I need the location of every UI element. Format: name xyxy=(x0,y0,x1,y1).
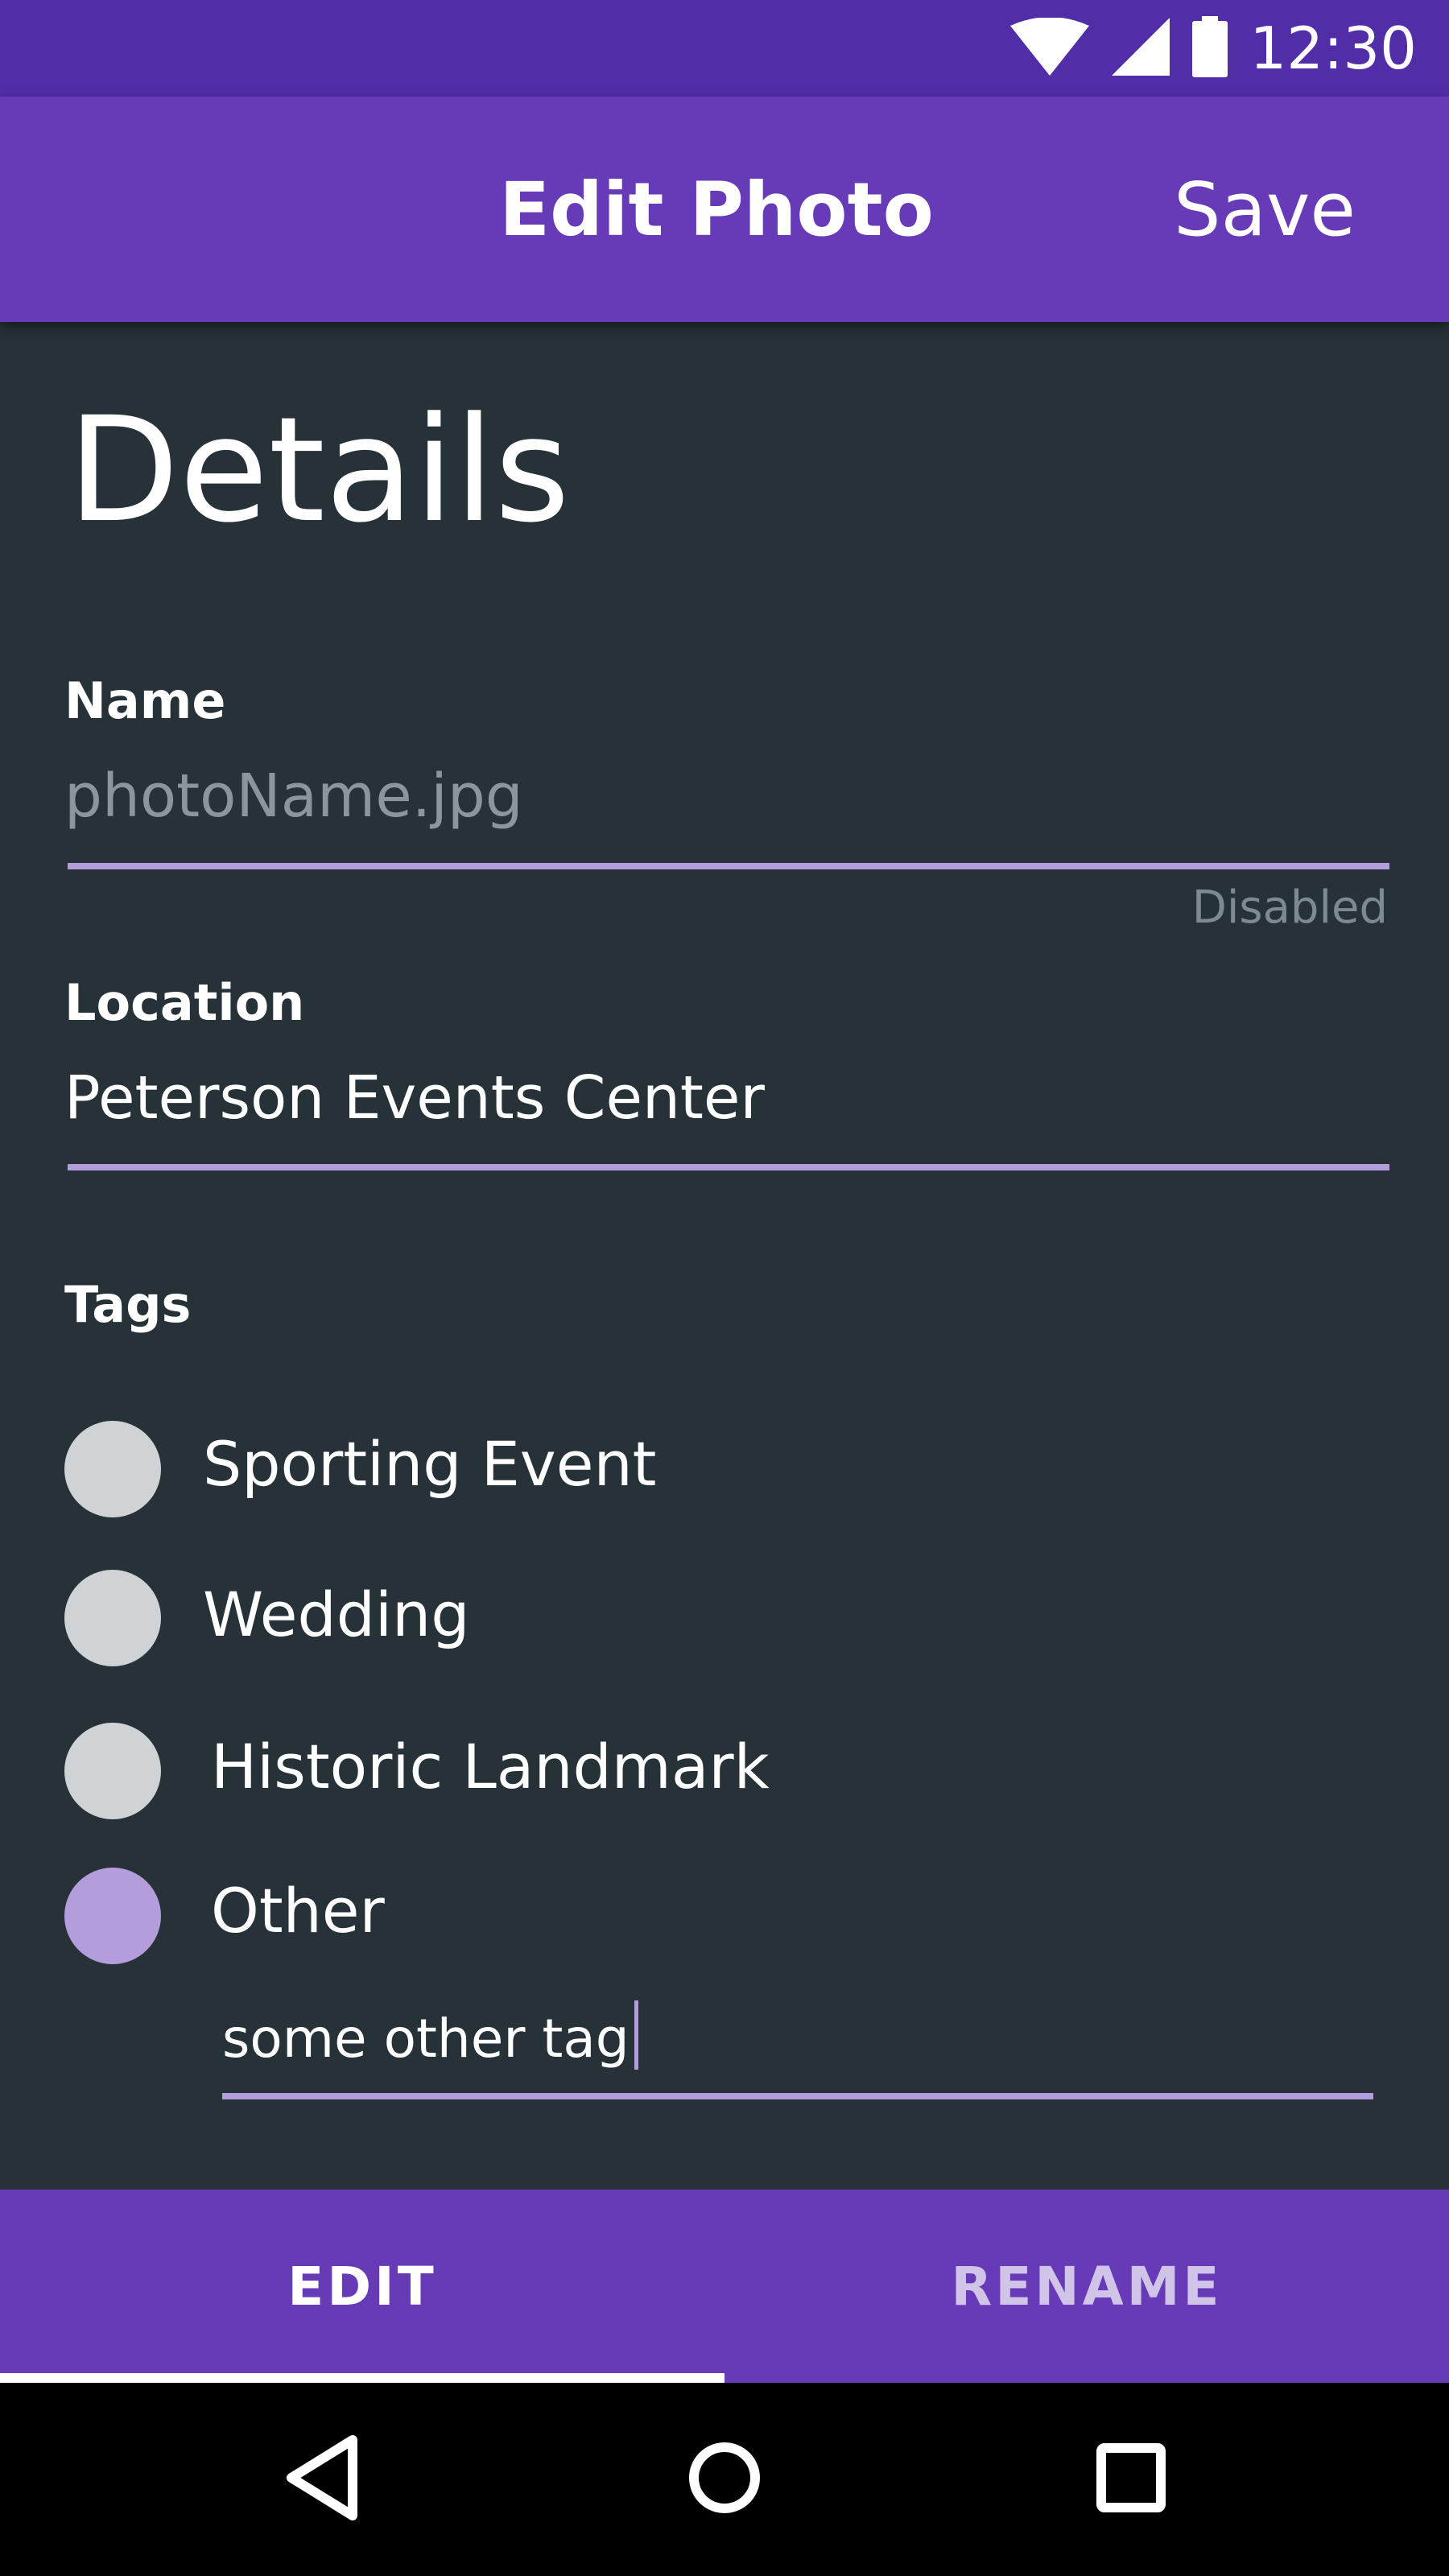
home-icon xyxy=(687,2441,762,2518)
location-label: Location xyxy=(64,973,305,1032)
tag-label: Other xyxy=(211,1875,385,1946)
text-caret xyxy=(634,2000,638,2070)
radio-button-checked[interactable] xyxy=(64,1868,161,1964)
location-underline xyxy=(68,1164,1389,1170)
radio-button[interactable] xyxy=(64,1421,161,1517)
tab-rename[interactable]: RENAME xyxy=(724,2190,1449,2383)
back-icon xyxy=(282,2434,362,2525)
signal-icon xyxy=(1111,18,1170,79)
details-content: Details Name photoName.jpg Disabled Loca… xyxy=(0,322,1449,2190)
tag-option-wedding[interactable]: Wedding xyxy=(64,1570,469,1666)
tag-label: Historic Landmark xyxy=(211,1731,770,1802)
tag-option-historic-landmark[interactable]: Historic Landmark xyxy=(64,1723,770,1819)
back-button[interactable] xyxy=(242,2383,402,2576)
home-button[interactable] xyxy=(644,2383,805,2576)
tag-label: Wedding xyxy=(203,1579,470,1650)
radio-button[interactable] xyxy=(64,1570,161,1666)
wifi-icon xyxy=(1009,17,1089,79)
section-title: Details xyxy=(68,386,571,555)
other-tag-input[interactable]: some other tag xyxy=(222,2000,638,2070)
tab-bar: EDIT RENAME xyxy=(0,2190,1449,2383)
recents-icon xyxy=(1096,2443,1166,2516)
tag-option-other[interactable]: Other xyxy=(64,1868,385,1964)
app-bar: Edit Photo Save xyxy=(0,97,1449,322)
status-bar: 12:30 xyxy=(0,0,1449,97)
location-field[interactable]: Peterson Events Center xyxy=(64,1068,765,1128)
tag-label: Sporting Event xyxy=(203,1428,657,1500)
radio-button[interactable] xyxy=(64,1723,161,1819)
status-time: 12:30 xyxy=(1249,14,1418,82)
other-tag-underline xyxy=(222,2093,1373,2099)
tag-option-sporting-event[interactable]: Sporting Event xyxy=(64,1421,656,1517)
name-underline xyxy=(68,863,1389,869)
other-tag-value: some other tag xyxy=(222,2008,630,2070)
save-button[interactable]: Save xyxy=(1174,97,1356,322)
name-label: Name xyxy=(64,671,226,730)
tab-indicator xyxy=(0,2373,724,2383)
system-nav-bar xyxy=(0,2383,1449,2576)
battery-icon xyxy=(1191,16,1228,80)
status-icons: 12:30 xyxy=(1009,0,1418,97)
name-helper-text: Disabled xyxy=(1191,881,1388,934)
name-field: photoName.jpg xyxy=(64,762,523,831)
tags-label: Tags xyxy=(64,1275,192,1334)
recents-button[interactable] xyxy=(1051,2383,1212,2576)
tab-edit[interactable]: EDIT xyxy=(0,2190,724,2383)
